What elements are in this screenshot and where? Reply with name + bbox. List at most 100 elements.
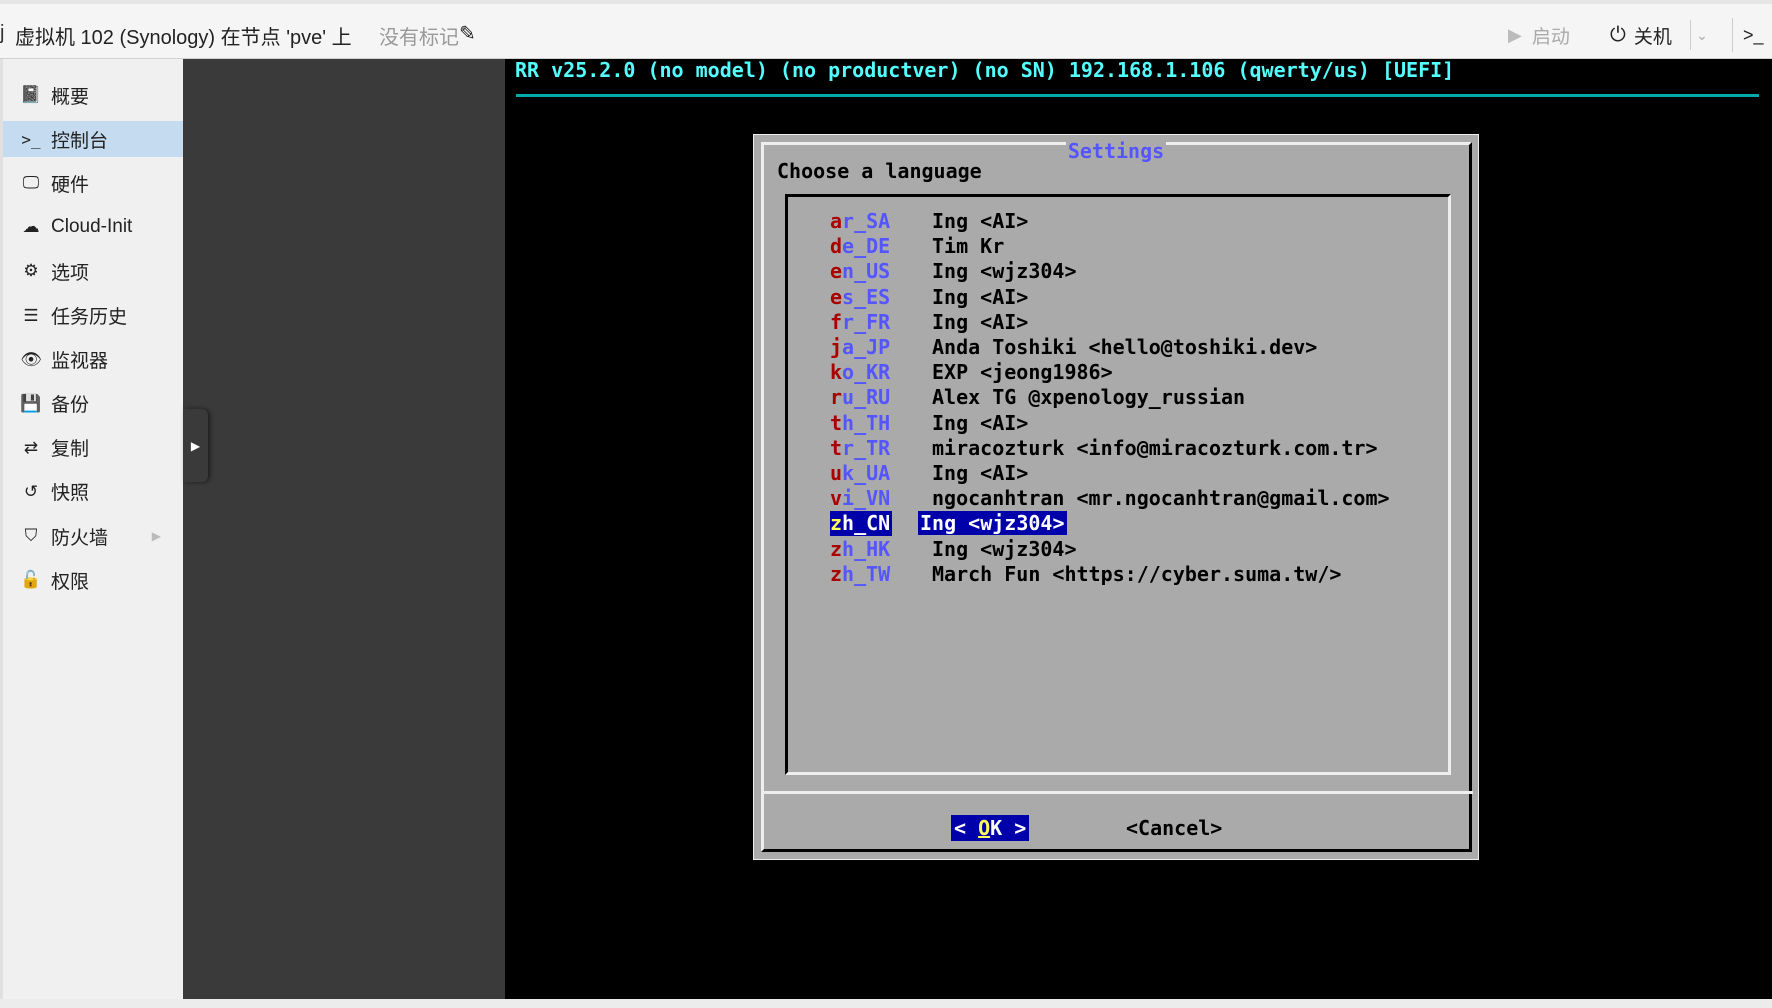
language-code-rest: u_RU [842, 385, 891, 410]
language-code: es_ES [830, 285, 918, 310]
language-maintainer: EXP <jeong1986> [932, 360, 1113, 385]
language-code: uk_UA [830, 461, 918, 486]
language-option[interactable]: ko_KR EXP <jeong1986> [830, 360, 1113, 385]
language-option[interactable]: ja_JP Anda Toshiki <hello@toshiki.dev> [830, 335, 1317, 360]
sidebar-item-4[interactable]: ⚙ 选项 [3, 253, 183, 289]
sidebar-item-label: 监视器 [51, 351, 109, 373]
history-icon: ↺ [23, 481, 39, 501]
sidebar-item-1[interactable]: >_ 控制台 [3, 121, 183, 158]
vm-terminal-screen[interactable]: RR v25.2.0 (no model) (no productver) (n… [505, 59, 1772, 999]
shutdown-button[interactable]: ⏻ 关机 [1610, 18, 1672, 52]
ok-button[interactable]: < OK > [951, 815, 1030, 841]
console-terminal-icon: >_ [1743, 24, 1764, 45]
language-option[interactable]: zh_HK Ing <wjz304> [830, 537, 1077, 562]
edit-tags-pencil-icon[interactable]: ✎ [459, 21, 476, 46]
sidebar-item-0[interactable]: 📓 概要 [3, 77, 183, 113]
language-code-rest: k_UA [842, 461, 891, 485]
language-option[interactable]: zh_CN Ing <wjz304> [830, 511, 1067, 537]
language-maintainer: Tim Kr [932, 234, 1005, 259]
retweet-icon: ⇄ [23, 437, 39, 457]
cancel-button[interactable]: <Cancel> [1126, 815, 1222, 841]
sidebar-item-5[interactable]: ☰ 任务历史 [3, 298, 183, 334]
language-option[interactable]: de_DE Tim Kr [830, 234, 1004, 259]
language-option[interactable]: en_US Ing <wjz304> [830, 259, 1077, 284]
language-maintainer: Ing <wjz304> [932, 536, 1077, 561]
language-maintainer: March Fun <https://cyber.suma.tw/> [932, 561, 1342, 586]
language-option[interactable]: ar_SA Ing <AI> [830, 209, 1028, 234]
dialog-button-divider [762, 791, 1473, 794]
sidebar-item-label: 备份 [51, 395, 90, 417]
sidebar-item-3[interactable]: ☁ Cloud-Init [3, 209, 183, 245]
language-code: de_DE [830, 234, 918, 259]
sidebar-item-label: 防火墙 [51, 527, 109, 549]
sidebar-item-10[interactable]: ⛉ 防火墙 ▶ [3, 518, 183, 554]
language-hotkey: f [830, 309, 843, 334]
sidebar-item-9[interactable]: ↺ 快照 [3, 474, 183, 510]
language-hotkey: z [830, 511, 843, 536]
language-maintainer: Ing <AI> [932, 209, 1029, 233]
language-code: th_TH [830, 411, 918, 436]
sidebar-item-label: 快照 [51, 483, 90, 505]
floppy-icon: 💾 [20, 393, 42, 413]
sidebar-item-11[interactable]: 🔓 权限 [3, 562, 183, 598]
language-code-rest: n_US [842, 259, 891, 284]
language-listbox[interactable]: ar_SA Ing <AI> de_DE Tim Kr en_US Ing <wjz304… [785, 194, 1451, 775]
language-option[interactable]: tr_TR miracozturk <info@miracozturk.com.t… [830, 436, 1378, 461]
sidebar-item-6[interactable]: 👁 监视器 [3, 342, 183, 378]
language-maintainer: Anda Toshiki <hello@toshiki.dev> [932, 335, 1318, 359]
dialog-prompt: Choose a language [777, 159, 982, 183]
language-code-rest: r_SA [842, 209, 891, 233]
play-icon: ▶ [1508, 24, 1522, 45]
language-code-rest: r_FR [842, 309, 891, 334]
language-hotkey: d [830, 234, 843, 259]
language-hotkey: k [830, 360, 843, 385]
toolbar-separator [1690, 20, 1691, 50]
language-option[interactable]: es_ES Ing <AI> [830, 285, 1028, 310]
language-option[interactable]: fr_FR Ing <AI> [830, 310, 1028, 335]
language-hotkey: a [830, 209, 843, 233]
terminal-icon: >_ [21, 129, 41, 149]
language-hotkey: z [830, 536, 843, 561]
language-option[interactable]: vi_VN ngocanhtran <mr.ngocanhtran@gmail.c… [830, 486, 1390, 511]
shutdown-label: 关机 [1633, 26, 1672, 48]
language-hotkey: t [830, 410, 843, 435]
book-icon: 📓 [20, 85, 42, 104]
language-option[interactable]: th_TH Ing <AI> [830, 411, 1028, 436]
top-toolbar: j 虚拟机 102 (Synology) 在节点 'pve' 上 没有标记 ✎ … [0, 4, 1772, 59]
ok-hotkey: O [978, 816, 991, 840]
language-hotkey: t [830, 435, 843, 460]
language-code: tr_TR [830, 436, 918, 461]
console-button[interactable]: >_ [1732, 18, 1772, 52]
language-option[interactable]: zh_TW March Fun <https://cyber.suma.tw/> [830, 562, 1341, 587]
start-button[interactable]: ▶ 启动 [1508, 18, 1570, 52]
language-code: ko_KR [830, 360, 918, 385]
cloud-icon: ☁ [22, 217, 40, 237]
sidebar-item-2[interactable]: 🖵 硬件 [3, 165, 183, 201]
sidebar-item-7[interactable]: 💾 备份 [3, 386, 183, 422]
language-code: ru_RU [830, 385, 918, 410]
language-code: ar_SA [830, 209, 918, 234]
language-maintainer: Ing <wjz304> [918, 511, 1067, 536]
language-hotkey: e [830, 259, 843, 284]
language-hotkey: v [830, 486, 843, 511]
language-code-rest: h_TH [842, 410, 891, 435]
language-code-rest: h_HK [842, 536, 891, 561]
language-maintainer: Ing <AI> [932, 284, 1029, 309]
language-code-rest: e_DE [842, 234, 891, 259]
sidebar-item-label: 硬件 [51, 174, 90, 196]
sidebar-item-8[interactable]: ⇄ 复制 [3, 430, 183, 466]
ok-rest: K > [990, 816, 1027, 840]
power-icon: ⏻ [1610, 23, 1626, 46]
language-code-rest: h_TW [842, 561, 891, 586]
language-option[interactable]: uk_UA Ing <AI> [830, 461, 1028, 486]
sidebar-item-label: 选项 [51, 262, 90, 284]
settings-dialog: Settings Choose a language ar_SA Ing <AI>… [753, 134, 1479, 860]
no-tags-label: 没有标记 [379, 27, 459, 49]
language-code-rest: h_CN [842, 511, 891, 536]
shutdown-menu-chevron-down-icon[interactable]: ⌄ [1692, 18, 1712, 52]
language-option[interactable]: ru_RU Alex TG @xpenology_russian [830, 385, 1245, 410]
language-code: zh_HK [830, 537, 918, 562]
language-maintainer: Ing <AI> [932, 309, 1029, 334]
language-code-rest: r_TR [842, 435, 891, 460]
collapse-sidebar-handle[interactable]: ▶ [183, 409, 208, 482]
